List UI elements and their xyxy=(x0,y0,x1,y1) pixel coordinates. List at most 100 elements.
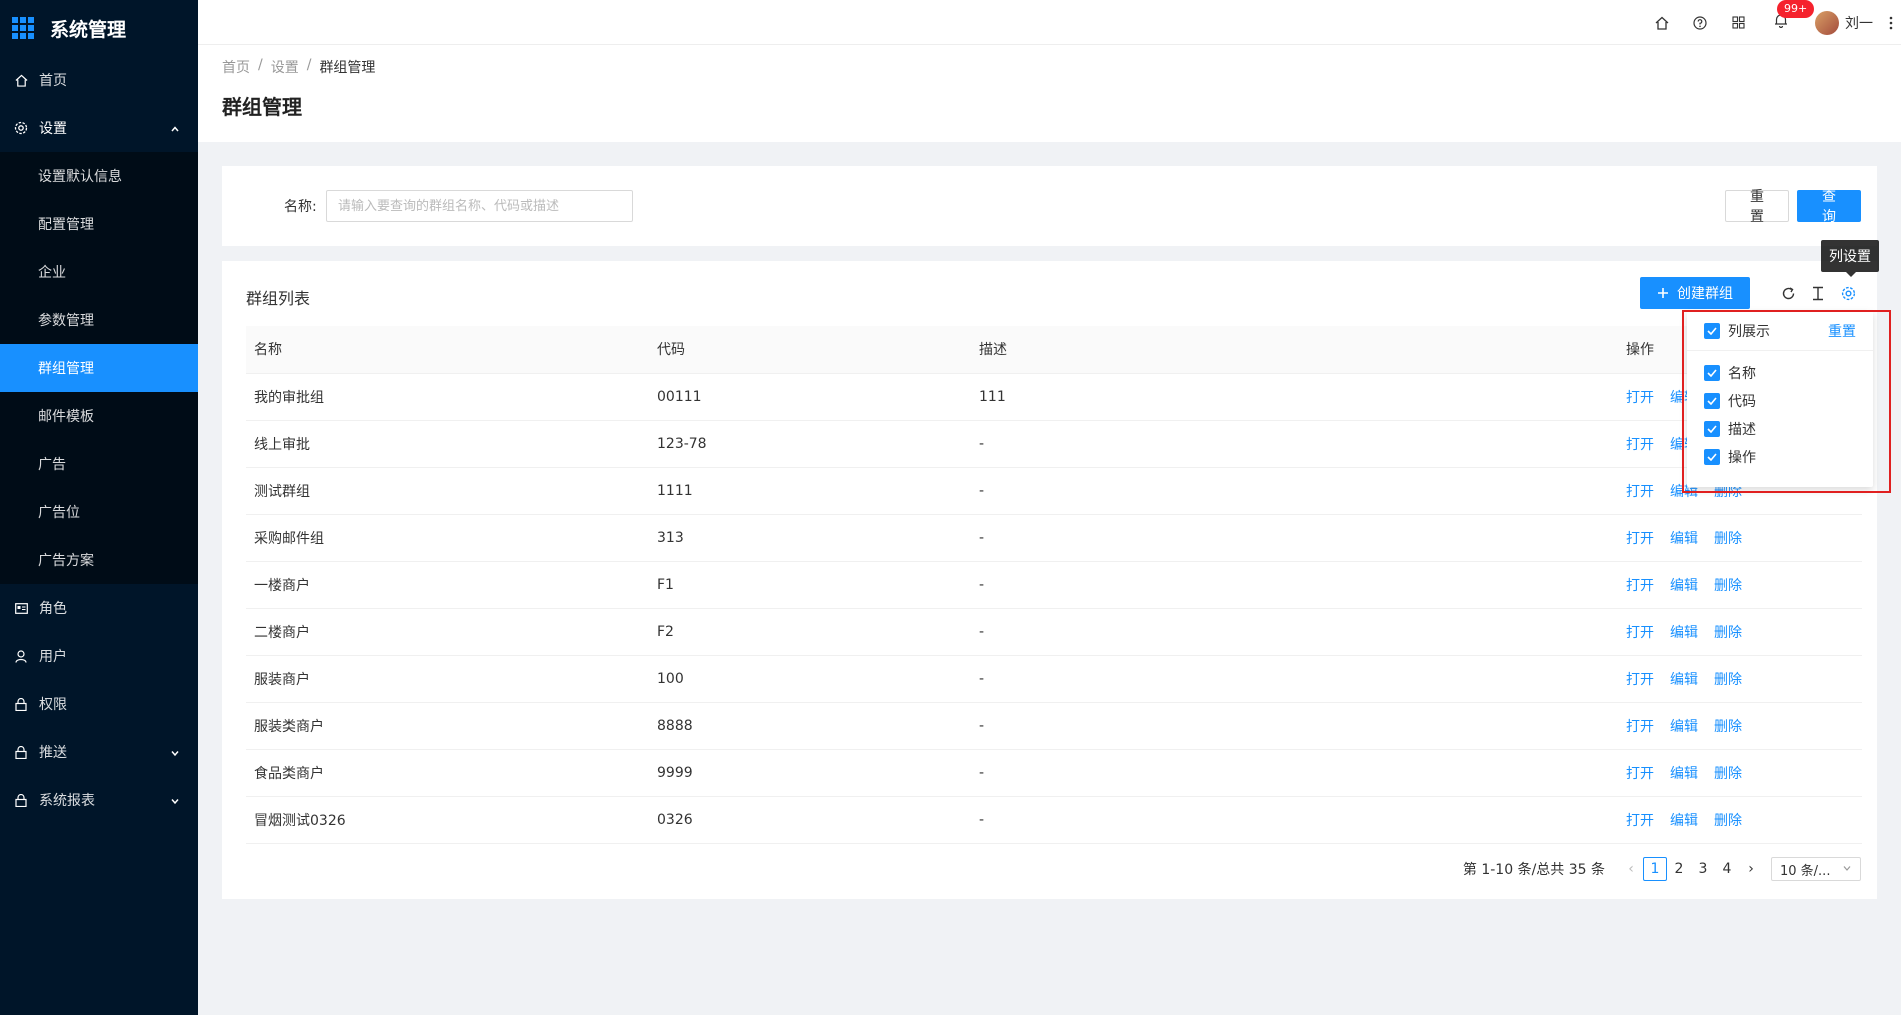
refresh-icon[interactable] xyxy=(1772,277,1804,309)
sidebar-item-groups[interactable]: 群组管理 xyxy=(0,344,198,392)
sidebar-item-push[interactable]: 推送 xyxy=(0,728,198,776)
sidebar-item-label: 设置 xyxy=(39,121,67,137)
pagination-total: 第 1-10 条/总共 35 条 xyxy=(1462,862,1605,878)
chevron-down-icon xyxy=(170,794,180,810)
cell-code: 100 xyxy=(649,655,971,703)
open-link[interactable]: 打开 xyxy=(1626,672,1654,688)
sidebar-item-params[interactable]: 参数管理 xyxy=(0,296,198,344)
edit-link[interactable]: 编辑 xyxy=(1670,813,1698,829)
sidebar-item-settings[interactable]: 设置 xyxy=(0,104,198,152)
next-page-icon[interactable]: › xyxy=(1739,861,1763,877)
sidebar-item-users[interactable]: 用户 xyxy=(0,632,198,680)
delete-link[interactable]: 删除 xyxy=(1714,672,1742,688)
cell-code: 313 xyxy=(649,514,971,562)
table-row: 冒烟测试0326 0326- 打开 编辑 删除 xyxy=(246,796,1862,844)
help-icon[interactable] xyxy=(1681,0,1719,45)
sidebar-item-enterprise[interactable]: 企业 xyxy=(0,248,198,296)
edit-link[interactable]: 编辑 xyxy=(1670,531,1698,547)
cell-name: 采购邮件组 xyxy=(246,514,649,562)
settings-icon xyxy=(14,121,28,135)
list-title: 群组列表 xyxy=(246,289,311,308)
settings-submenu: 设置默认信息 配置管理 企业 参数管理 群组管理 邮件模板 广告 广告位 广告方… xyxy=(0,152,198,584)
create-group-button[interactable]: 创建群组 xyxy=(1640,277,1750,309)
open-link[interactable]: 打开 xyxy=(1626,531,1654,547)
cell-actions: 打开编辑删除 xyxy=(1618,749,1862,797)
sidebar-item-ads[interactable]: 广告 xyxy=(0,440,198,488)
sidebar-item-permissions[interactable]: 权限 xyxy=(0,680,198,728)
open-link[interactable]: 打开 xyxy=(1626,625,1654,641)
notification-bell[interactable]: 99+ xyxy=(1757,0,1815,45)
sidebar-item-label: 广告方案 xyxy=(38,553,94,569)
cell-actions: 打开编辑删除 xyxy=(1618,655,1862,703)
sidebar-item-ad-slot[interactable]: 广告位 xyxy=(0,488,198,536)
more-vertical-icon[interactable] xyxy=(1881,16,1901,30)
open-link[interactable]: 打开 xyxy=(1626,578,1654,594)
table-row: 二楼商户 F2- 打开 编辑 删除 xyxy=(246,608,1862,656)
sidebar-item-ad-plan[interactable]: 广告方案 xyxy=(0,536,198,584)
breadcrumb-separator: / xyxy=(258,57,263,73)
page-1[interactable]: 1 xyxy=(1643,857,1667,881)
edit-link[interactable]: 编辑 xyxy=(1670,719,1698,735)
edit-link[interactable]: 编辑 xyxy=(1670,766,1698,782)
page-2[interactable]: 2 xyxy=(1667,857,1691,881)
delete-link[interactable]: 删除 xyxy=(1714,531,1742,547)
breadcrumb-current: 群组管理 xyxy=(319,60,376,76)
table-row: 服装类商户 8888- 打开 编辑 删除 xyxy=(246,702,1862,750)
apps-icon[interactable] xyxy=(1719,0,1757,45)
delete-link[interactable]: 删除 xyxy=(1714,578,1742,594)
column-header-desc: 描述 xyxy=(971,326,1618,374)
density-icon[interactable] xyxy=(1802,277,1834,309)
sidebar-item-label: 邮件模板 xyxy=(38,409,94,425)
lock-icon xyxy=(14,793,28,807)
table-row: 服装商户 100- 打开 编辑 删除 xyxy=(246,655,1862,703)
column-settings-gear-icon[interactable] xyxy=(1832,277,1864,309)
sidebar-item-default-info[interactable]: 设置默认信息 xyxy=(0,152,198,200)
cell-desc: - xyxy=(971,749,1618,797)
open-link[interactable]: 打开 xyxy=(1626,719,1654,735)
page-header: 首页 / 设置 / 群组管理 群组管理 xyxy=(198,45,1901,142)
delete-link[interactable]: 删除 xyxy=(1714,719,1742,735)
edit-link[interactable]: 编辑 xyxy=(1670,625,1698,641)
page-3[interactable]: 3 xyxy=(1691,857,1715,881)
open-link[interactable]: 打开 xyxy=(1626,437,1654,453)
search-card: 名称: 重 置 查 询 xyxy=(222,166,1877,246)
delete-link[interactable]: 删除 xyxy=(1714,766,1742,782)
cell-actions: 打开编辑删除 xyxy=(1618,796,1862,844)
cell-code: 00111 xyxy=(649,373,971,421)
delete-link[interactable]: 删除 xyxy=(1714,625,1742,641)
sidebar-item-reports[interactable]: 系统报表 xyxy=(0,776,198,824)
cell-name: 一楼商户 xyxy=(246,561,649,609)
sidebar-item-roles[interactable]: 角色 xyxy=(0,584,198,632)
search-input[interactable] xyxy=(326,190,633,222)
cell-name: 服装类商户 xyxy=(246,702,649,750)
query-button[interactable]: 查 询 xyxy=(1797,189,1861,225)
edit-link[interactable]: 编辑 xyxy=(1670,672,1698,688)
sidebar-item-config[interactable]: 配置管理 xyxy=(0,200,198,248)
user-menu[interactable]: 刘一 xyxy=(1805,10,1881,35)
prev-page-icon[interactable]: ‹ xyxy=(1619,861,1643,877)
table-row: 采购邮件组 313- 打开 编辑 删除 xyxy=(246,514,1862,562)
open-link[interactable]: 打开 xyxy=(1626,813,1654,829)
sidebar-item-mail-template[interactable]: 邮件模板 xyxy=(0,392,198,440)
page-size-select[interactable]: 10 条/... xyxy=(1771,857,1861,881)
cell-desc: - xyxy=(971,467,1618,515)
cell-name: 测试群组 xyxy=(246,467,649,515)
logo: 系统管理 xyxy=(0,0,198,56)
apps-grid-icon xyxy=(12,17,34,39)
delete-link[interactable]: 删除 xyxy=(1714,813,1742,829)
breadcrumb-settings[interactable]: 设置 xyxy=(271,57,299,77)
cell-desc: - xyxy=(971,796,1618,844)
sidebar-item-home[interactable]: 首页 xyxy=(0,56,198,104)
breadcrumb-home[interactable]: 首页 xyxy=(222,57,250,77)
open-link[interactable]: 打开 xyxy=(1626,766,1654,782)
home-icon[interactable] xyxy=(1643,0,1681,45)
cell-code: 123-78 xyxy=(649,420,971,468)
chevron-down-icon xyxy=(170,746,180,762)
open-link[interactable]: 打开 xyxy=(1626,390,1654,406)
plus-icon xyxy=(1657,287,1669,299)
edit-link[interactable]: 编辑 xyxy=(1670,578,1698,594)
reset-button[interactable]: 重 置 xyxy=(1725,189,1789,225)
cell-name: 线上审批 xyxy=(246,420,649,468)
page-4[interactable]: 4 xyxy=(1715,857,1739,881)
open-link[interactable]: 打开 xyxy=(1626,484,1654,500)
